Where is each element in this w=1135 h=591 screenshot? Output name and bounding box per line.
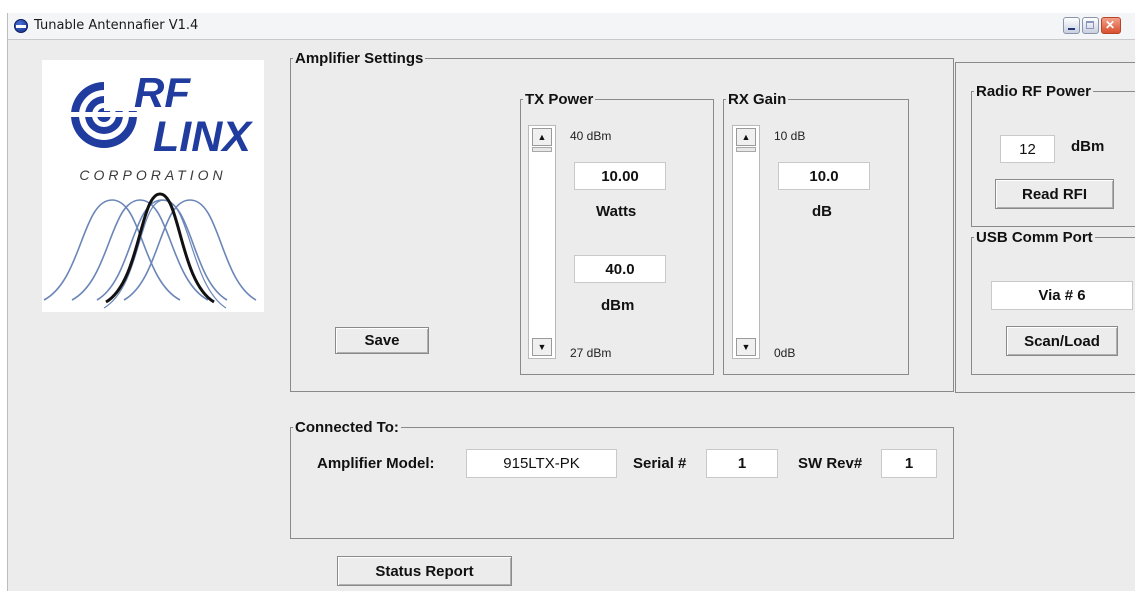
save-button[interactable]: Save [335, 327, 429, 354]
title-bar[interactable]: Tunable Antennafier V1.4 [8, 13, 1135, 40]
tx-slider-thumb[interactable] [532, 147, 552, 152]
tx-slider-down-arrow-icon[interactable]: ▼ [532, 338, 552, 356]
rx-gain-title: RX Gain [728, 91, 787, 108]
rx-gain-slider[interactable]: ▲ ▼ [732, 125, 760, 359]
logo-rf-text: RF [134, 69, 190, 116]
tx-watts-unit: Watts [596, 203, 637, 220]
tx-slider-up-arrow-icon[interactable]: ▲ [532, 128, 552, 146]
serial-field[interactable]: 1 [706, 449, 778, 478]
app-globe-icon [14, 19, 28, 33]
tx-min-label: 27 dBm [570, 346, 612, 360]
app-window: Tunable Antennafier V1.4 RF LINX CORPORA… [7, 13, 1135, 591]
amplifier-settings-title: Amplifier Settings [295, 50, 424, 67]
logo-linx-text: LINX [153, 113, 251, 161]
tx-power-title: TX Power [525, 91, 594, 108]
amplifier-model-field[interactable]: 915LTX-PK [466, 449, 617, 478]
connected-to-title: Connected To: [295, 419, 399, 436]
rx-max-label: 10 dB [774, 129, 806, 143]
minimize-button[interactable] [1063, 17, 1080, 34]
tx-max-label: 40 dBm [570, 129, 612, 143]
status-report-button[interactable]: Status Report [337, 556, 512, 586]
amplifier-model-label: Amplifier Model: [317, 455, 435, 472]
window-title: Tunable Antennafier V1.4 [34, 18, 199, 33]
maximize-button[interactable] [1082, 17, 1099, 34]
company-logo: RF LINX CORPORATION [42, 60, 264, 312]
connected-to-group: Connected To: [290, 419, 954, 539]
right-panel-frame [955, 62, 1135, 393]
rx-min-label: 0dB [774, 346, 796, 360]
sw-rev-label: SW Rev# [798, 455, 863, 472]
rx-slider-thumb[interactable] [736, 147, 756, 152]
serial-label: Serial # [633, 455, 687, 472]
tx-dbm-field[interactable]: 40.0 [574, 255, 666, 283]
rx-slider-down-arrow-icon[interactable]: ▼ [736, 338, 756, 356]
rx-gain-unit: dB [812, 203, 832, 220]
rx-slider-up-arrow-icon[interactable]: ▲ [736, 128, 756, 146]
tx-watts-field[interactable]: 10.00 [574, 162, 666, 190]
tx-power-slider[interactable]: ▲ ▼ [528, 125, 556, 359]
close-button[interactable] [1101, 17, 1121, 34]
sw-rev-field[interactable]: 1 [881, 449, 937, 478]
tx-dbm-unit: dBm [601, 297, 635, 314]
rx-gain-field[interactable]: 10.0 [778, 162, 870, 190]
logo-tagline: CORPORATION [79, 167, 227, 183]
